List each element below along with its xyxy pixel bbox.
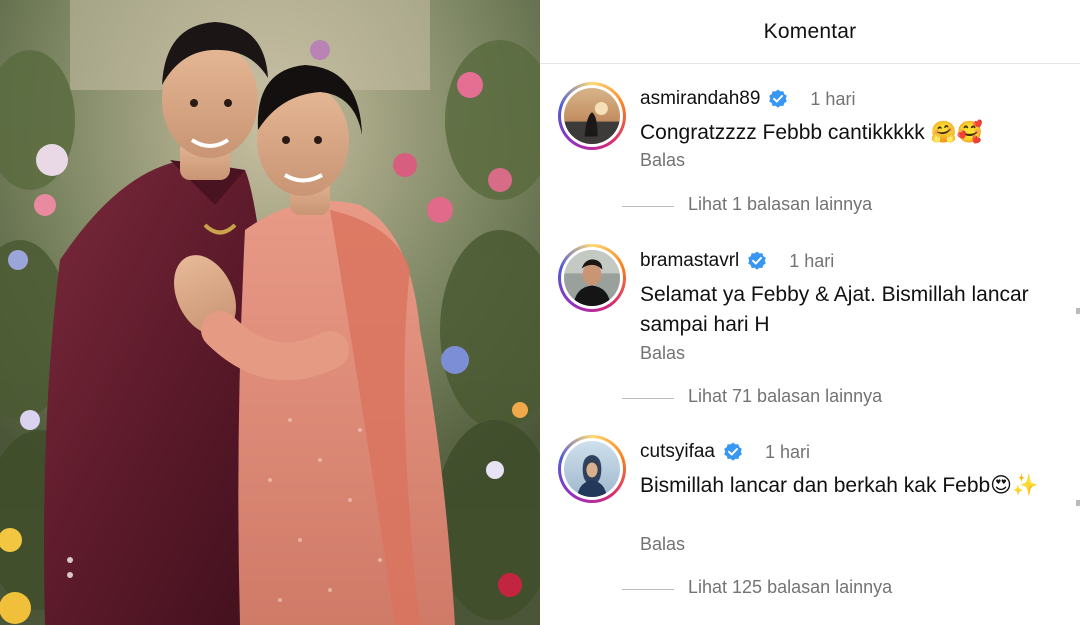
- post-photo: [0, 0, 540, 625]
- comment-username[interactable]: cutsyifaa: [640, 441, 715, 463]
- view-replies-link[interactable]: Lihat 1 balasan lainnya: [540, 194, 1080, 218]
- avatar-photo-icon: [564, 441, 620, 497]
- edge-indicator: [1076, 500, 1080, 506]
- comment-text: Congratzzzz Febbb cantikkkkk 🤗🥰: [640, 121, 983, 144]
- avatar-photo-icon: [564, 250, 620, 306]
- couple-photo-illustration: [0, 0, 540, 625]
- reply-button[interactable]: Balas: [640, 343, 685, 364]
- comment-username[interactable]: asmirandah89: [640, 88, 760, 110]
- reply-button[interactable]: Balas: [640, 534, 685, 555]
- comment-text: Bismillah lancar dan berkah kak Febb😍✨: [640, 474, 1039, 497]
- avatar[interactable]: [558, 82, 626, 150]
- comment-time: 1 hari: [764, 441, 811, 462]
- comments-title: Komentar: [763, 19, 857, 43]
- reply-button[interactable]: Balas: [640, 150, 685, 171]
- view-replies-label: Lihat 71 balasan lainnya: [688, 386, 883, 406]
- comment-text: Selamat ya Febby & Ajat. Bismillah lanca…: [640, 283, 1029, 336]
- comment-username[interactable]: bramastavrl: [640, 250, 739, 272]
- view-replies-link[interactable]: Lihat 71 balasan lainnya: [540, 386, 1080, 410]
- avatar-photo-icon: [564, 88, 620, 144]
- comment-time: 1 hari: [789, 250, 835, 271]
- edge-indicator: [1076, 308, 1080, 314]
- replies-divider: [622, 589, 674, 590]
- replies-divider: [622, 398, 674, 399]
- avatar[interactable]: [558, 435, 626, 503]
- view-replies-label: Lihat 1 balasan lainnya: [688, 194, 873, 214]
- verified-badge-icon: [723, 442, 743, 462]
- verified-badge-icon: [768, 89, 788, 109]
- comment-time: 1 hari: [810, 88, 856, 109]
- view-replies-label: Lihat 125 balasan lainnya: [688, 577, 893, 597]
- replies-divider: [622, 206, 674, 207]
- avatar[interactable]: [558, 244, 626, 312]
- comments-panel: Komentar asmirandah89 1 hari Congratzzzz…: [540, 0, 1080, 625]
- view-replies-link[interactable]: Lihat 125 balasan lainnya: [540, 577, 1080, 601]
- verified-badge-icon: [747, 251, 767, 271]
- comments-header: Komentar: [540, 0, 1080, 64]
